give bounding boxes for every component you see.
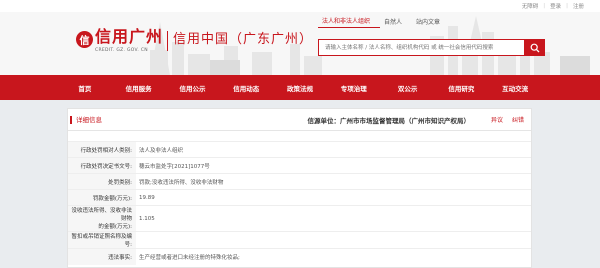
- detail-header: 详细信息 信源单位：广州市市场监督管理局（广州市知识产权局） 异议 纠错: [68, 109, 531, 131]
- topbar-link-register[interactable]: 注册: [573, 2, 584, 10]
- row-value: 19.89: [136, 189, 531, 206]
- objection-link[interactable]: 异议: [491, 117, 503, 124]
- detail-table: 行政处罚相对人类别: 法人及非法人组织 行政处罚决定书文号: 穗云市监处字[20…: [68, 141, 531, 265]
- search-input[interactable]: [318, 39, 524, 56]
- row-label: 暂扣或吊销证照名称及编号:: [68, 231, 136, 249]
- logo-divider: [167, 31, 169, 51]
- nav-credit-publicity[interactable]: 信用公示: [166, 75, 220, 100]
- divider: |: [543, 3, 546, 9]
- topbar-link-accessibility[interactable]: 无障碍: [522, 2, 539, 10]
- nav-double-publicity[interactable]: 双公示: [381, 75, 435, 100]
- table-row: 没收违法所得、没收非法财物 的金额(万元): 1.105: [68, 205, 531, 232]
- table-row: 行政处罚决定书文号: 穗云市监处字[2021]1077号: [68, 157, 531, 174]
- row-value: 法人及非法人组织: [136, 141, 531, 158]
- nav-interaction[interactable]: 互动交流: [488, 75, 542, 100]
- search-tabs: 法人和非法人组织 自然人 站内文章: [318, 14, 546, 28]
- row-label: 没收违法所得、没收非法财物 的金额(万元):: [68, 205, 136, 232]
- detail-title: 详细信息: [70, 115, 102, 124]
- site-logo[interactable]: 信 信用广州 CREDIT. GZ. GOV. CN 信用中国（广东广州）: [76, 27, 313, 53]
- main-nav: 首页 信用服务 信用公示 信用动态 政策法规 专项治理 双公示 信用研究 互动交…: [0, 75, 600, 100]
- detail-panel: 详细信息 信源单位：广州市市场监督管理局（广州市知识产权局） 异议 纠错 行政处…: [67, 108, 532, 268]
- row-value: 穗云市监处字[2021]1077号: [136, 157, 531, 174]
- row-label: 违法事实:: [68, 248, 136, 265]
- row-label-line: 没收违法所得、没收非法财物: [71, 207, 132, 222]
- search-tab-articles[interactable]: 站内文章: [412, 17, 450, 28]
- divider: |: [566, 3, 568, 9]
- search-row: [318, 39, 546, 56]
- row-label: 处罚类别:: [68, 173, 136, 190]
- site-header: 信 信用广州 CREDIT. GZ. GOV. CN 信用中国（广东广州） 法人…: [0, 12, 600, 75]
- detail-source: 信源单位：广州市市场监督管理局（广州市知识产权局）: [307, 116, 471, 125]
- nav-credit-research[interactable]: 信用研究: [434, 75, 488, 100]
- logo-text: 信用广州 CREDIT. GZ. GOV. CN: [95, 27, 163, 53]
- table-row: 暂扣或吊销证照名称及编号:: [68, 231, 531, 249]
- row-label-line: 的金额(万元):: [98, 223, 132, 230]
- row-value: 罚款;没收违法所得、没收非法财物: [136, 173, 531, 190]
- table-row: 处罚类别: 罚款;没收违法所得、没收非法财物: [68, 173, 531, 190]
- table-row: 违法事实: 生产经营或者进口未经注册的特殊化妆品;: [68, 248, 531, 265]
- row-label: 罚款金额(万元):: [68, 189, 136, 206]
- search-area: 法人和非法人组织 自然人 站内文章: [318, 14, 546, 56]
- topbar-link-login[interactable]: 登录: [550, 2, 561, 10]
- logo-en: CREDIT. GZ. GOV. CN: [95, 48, 148, 53]
- nav-home[interactable]: 首页: [58, 75, 112, 100]
- search-button[interactable]: [524, 39, 545, 56]
- correction-link[interactable]: 纠错: [512, 117, 524, 124]
- detail-actions: 异议 纠错: [484, 115, 524, 124]
- nav-policy[interactable]: 政策法规: [273, 75, 327, 100]
- search-tab-organization[interactable]: 法人和非法人组织: [318, 16, 381, 28]
- row-value: [136, 231, 531, 249]
- nav-credit-news[interactable]: 信用动态: [219, 75, 273, 100]
- row-value: 1.105: [136, 205, 531, 232]
- table-row: 罚款金额(万元): 19.89: [68, 189, 531, 206]
- logo-cn: 信用广州: [95, 27, 164, 46]
- row-label: 行政处罚相对人类别:: [68, 141, 136, 158]
- nav-credit-service[interactable]: 信用服务: [112, 75, 166, 100]
- site-title: 信用中国（广东广州）: [173, 32, 314, 47]
- table-row: 行政处罚相对人类别: 法人及非法人组织: [68, 141, 531, 158]
- row-value: 生产经营或者进口未经注册的特殊化妆品;: [136, 248, 531, 265]
- search-tab-person[interactable]: 自然人: [380, 17, 412, 28]
- top-bar: 无障碍 | 登录 | 注册: [0, 0, 600, 12]
- search-icon: [530, 43, 539, 52]
- nav-special-governance[interactable]: 专项治理: [327, 75, 381, 100]
- logo-mark-icon: 信: [76, 31, 93, 48]
- row-label: 行政处罚决定书文号:: [68, 157, 136, 174]
